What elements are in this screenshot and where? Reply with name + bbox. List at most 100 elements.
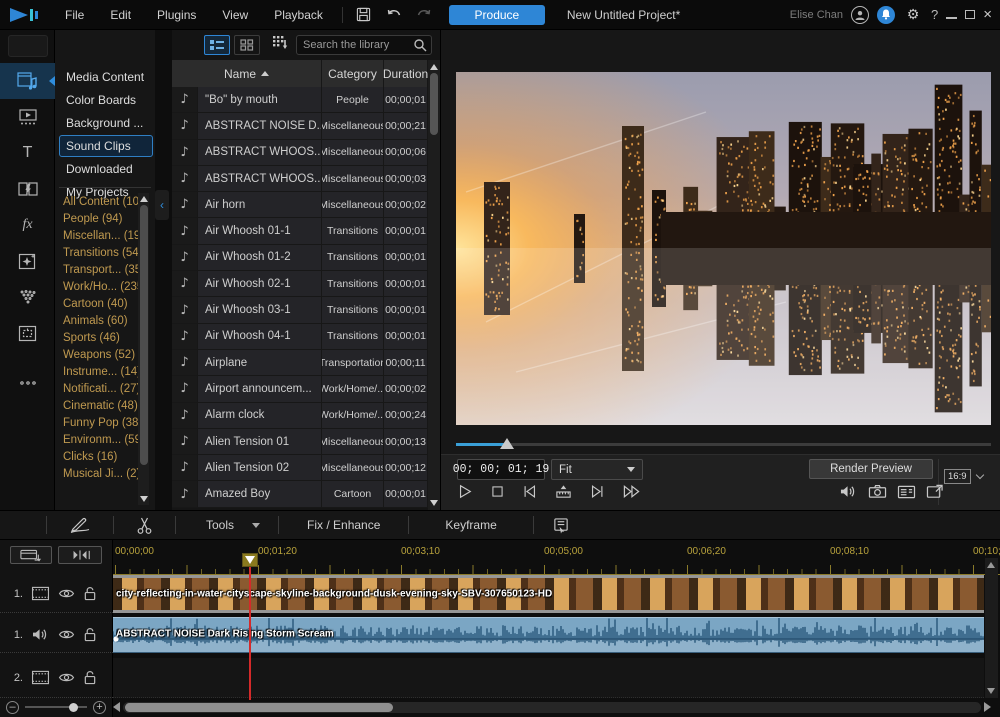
grid-view-button[interactable] (234, 35, 260, 55)
category-item[interactable]: Environm... (59) (59, 431, 141, 448)
library-nav-item[interactable]: Color Boards (59, 89, 153, 111)
category-item[interactable]: People (94) (59, 210, 141, 227)
category-scrollbar[interactable] (138, 193, 149, 505)
track-visibility-eye-icon[interactable] (58, 628, 75, 641)
category-item[interactable]: Weapons (52) (59, 346, 141, 363)
track-visibility-eye-icon[interactable] (58, 587, 75, 600)
table-row[interactable]: ♪ Air Whoosh 04-1 Transitions 00;00;01 (172, 324, 440, 350)
table-row[interactable]: ♪ Air Whoosh 01-2 Transitions 00;00;01 (172, 245, 440, 271)
timecode-display[interactable]: 00; 00; 01; 19 (457, 459, 545, 480)
search-icon[interactable] (413, 38, 427, 52)
category-item[interactable]: Animals (60) (59, 312, 141, 329)
scroll-down-arrow[interactable] (430, 500, 438, 506)
zoom-slider-handle[interactable] (69, 703, 78, 712)
zoom-fit-dropdown[interactable]: Fit (551, 459, 643, 480)
table-row[interactable]: ♪ Air Whoosh 03-1 Transitions 00;00;01 (172, 297, 440, 323)
scroll-down-arrow[interactable] (987, 688, 995, 694)
keyframe-button[interactable]: Keyframe (409, 518, 532, 532)
library-menu-button[interactable] (8, 35, 48, 57)
snapshot-camera-icon[interactable] (868, 483, 887, 500)
list-view-button[interactable] (204, 35, 230, 55)
category-item[interactable]: Musical Ji... (2) (59, 465, 141, 482)
seek-track[interactable] (456, 443, 991, 446)
scrollbar-thumb[interactable] (125, 703, 393, 712)
split-scissors-icon[interactable] (114, 516, 175, 535)
menu-item[interactable]: Plugins (144, 0, 209, 30)
table-row[interactable]: ♪ Air Whoosh 02-1 Transitions 00;00;01 (172, 271, 440, 297)
category-item[interactable]: Miscellan... (191) (59, 227, 141, 244)
track-lock-icon[interactable] (83, 627, 97, 642)
menu-item[interactable]: Edit (97, 0, 144, 30)
redo-icon[interactable] (414, 5, 434, 25)
table-row[interactable]: ♪ Alarm clock Work/Home/... 00;00;24 (172, 403, 440, 429)
zoom-out-button[interactable]: – (6, 701, 19, 714)
category-item[interactable]: Instrume... (14) (59, 363, 141, 380)
scrollbar-track[interactable] (123, 702, 981, 713)
play-button[interactable] (457, 483, 473, 500)
track-lock-icon[interactable] (83, 670, 97, 685)
save-icon[interactable] (354, 5, 374, 25)
scroll-up-arrow[interactable] (987, 562, 995, 568)
fix-enhance-button[interactable]: Fix / Enhance (279, 518, 408, 532)
account-avatar-icon[interactable] (851, 6, 869, 24)
more-rooms-button[interactable] (0, 365, 55, 401)
column-header-category[interactable]: Category (322, 60, 384, 87)
previous-frame-button[interactable] (522, 483, 538, 500)
zoom-slider[interactable] (25, 706, 87, 708)
scroll-left-arrow[interactable] (113, 702, 120, 712)
library-nav-item[interactable]: Downloaded (59, 158, 153, 180)
maximize-button[interactable] (965, 10, 975, 19)
menu-item[interactable]: View (209, 0, 261, 30)
table-row[interactable]: ♪ Airport announcem... Work/Home/... 00;… (172, 376, 440, 402)
track-manager-button[interactable] (10, 546, 52, 564)
table-scrollbar[interactable] (428, 60, 440, 510)
settings-gear-icon[interactable]: ⚙ (903, 5, 923, 25)
column-header-duration[interactable]: Duration (384, 60, 428, 87)
next-frame-button[interactable] (589, 483, 605, 500)
volume-icon[interactable] (839, 483, 858, 500)
sort-options-icon[interactable] (272, 35, 288, 55)
playhead-line[interactable] (249, 567, 251, 700)
range-select-button[interactable] (58, 546, 102, 564)
scroll-up-arrow[interactable] (430, 64, 438, 70)
library-nav-item[interactable]: Media Content (59, 66, 153, 88)
category-item[interactable]: Cartoon (40) (59, 295, 141, 312)
category-item[interactable]: All Content (101 (59, 193, 141, 210)
overlay-room-tab[interactable] (0, 99, 55, 135)
pip-designer-tab[interactable] (0, 315, 55, 351)
video-clip[interactable]: city-reflecting-in-water-cityscape-skyli… (113, 578, 984, 610)
category-item[interactable]: Cinematic (48) (59, 397, 141, 414)
library-nav-item[interactable]: Sound Clips (59, 135, 153, 157)
scroll-right-arrow[interactable] (984, 702, 991, 712)
render-preview-button[interactable]: Render Preview (809, 459, 933, 479)
menu-item[interactable]: File (52, 0, 97, 30)
design-pen-icon[interactable] (47, 516, 113, 534)
track-header[interactable]: 1. (0, 575, 113, 613)
minimize-button[interactable] (946, 17, 957, 19)
table-row[interactable]: ♪ Amazed Boy Cartoon 00;00;01 (172, 481, 440, 507)
notification-bell-icon[interactable] (877, 6, 895, 24)
fast-forward-button[interactable] (622, 483, 641, 500)
search-input[interactable] (296, 35, 432, 55)
undock-window-icon[interactable] (926, 484, 944, 500)
panel-select-icon[interactable] (534, 517, 588, 534)
help-icon[interactable]: ? (931, 7, 938, 22)
table-row[interactable]: ♪ ABSTRACT NOISE D... Miscellaneous 00;0… (172, 113, 440, 139)
table-row[interactable]: ♪ Air horn Miscellaneous 00;00;02 (172, 192, 440, 218)
media-room-tab[interactable] (0, 63, 55, 99)
scrollbar-thumb[interactable] (430, 73, 438, 135)
seek-bar[interactable] (456, 438, 991, 450)
category-item[interactable]: Clicks (16) (59, 448, 141, 465)
table-row[interactable]: ♪ ABSTRACT WHOOS... Miscellaneous 00;00;… (172, 140, 440, 166)
column-header-name[interactable]: Name (172, 60, 322, 87)
track-header[interactable]: 2. (0, 658, 113, 698)
effect-room-tab[interactable]: fx (0, 207, 55, 243)
produce-button[interactable]: Produce (449, 5, 545, 25)
scroll-down-arrow[interactable] (140, 496, 148, 502)
timeline-vertical-scrollbar[interactable] (985, 558, 998, 698)
title-room-tab[interactable]: T (0, 135, 55, 171)
video-preview[interactable] (456, 72, 991, 425)
track-header[interactable]: 1. (0, 617, 113, 653)
undo-icon[interactable] (384, 5, 404, 25)
preview-quality-icon[interactable] (897, 484, 916, 500)
